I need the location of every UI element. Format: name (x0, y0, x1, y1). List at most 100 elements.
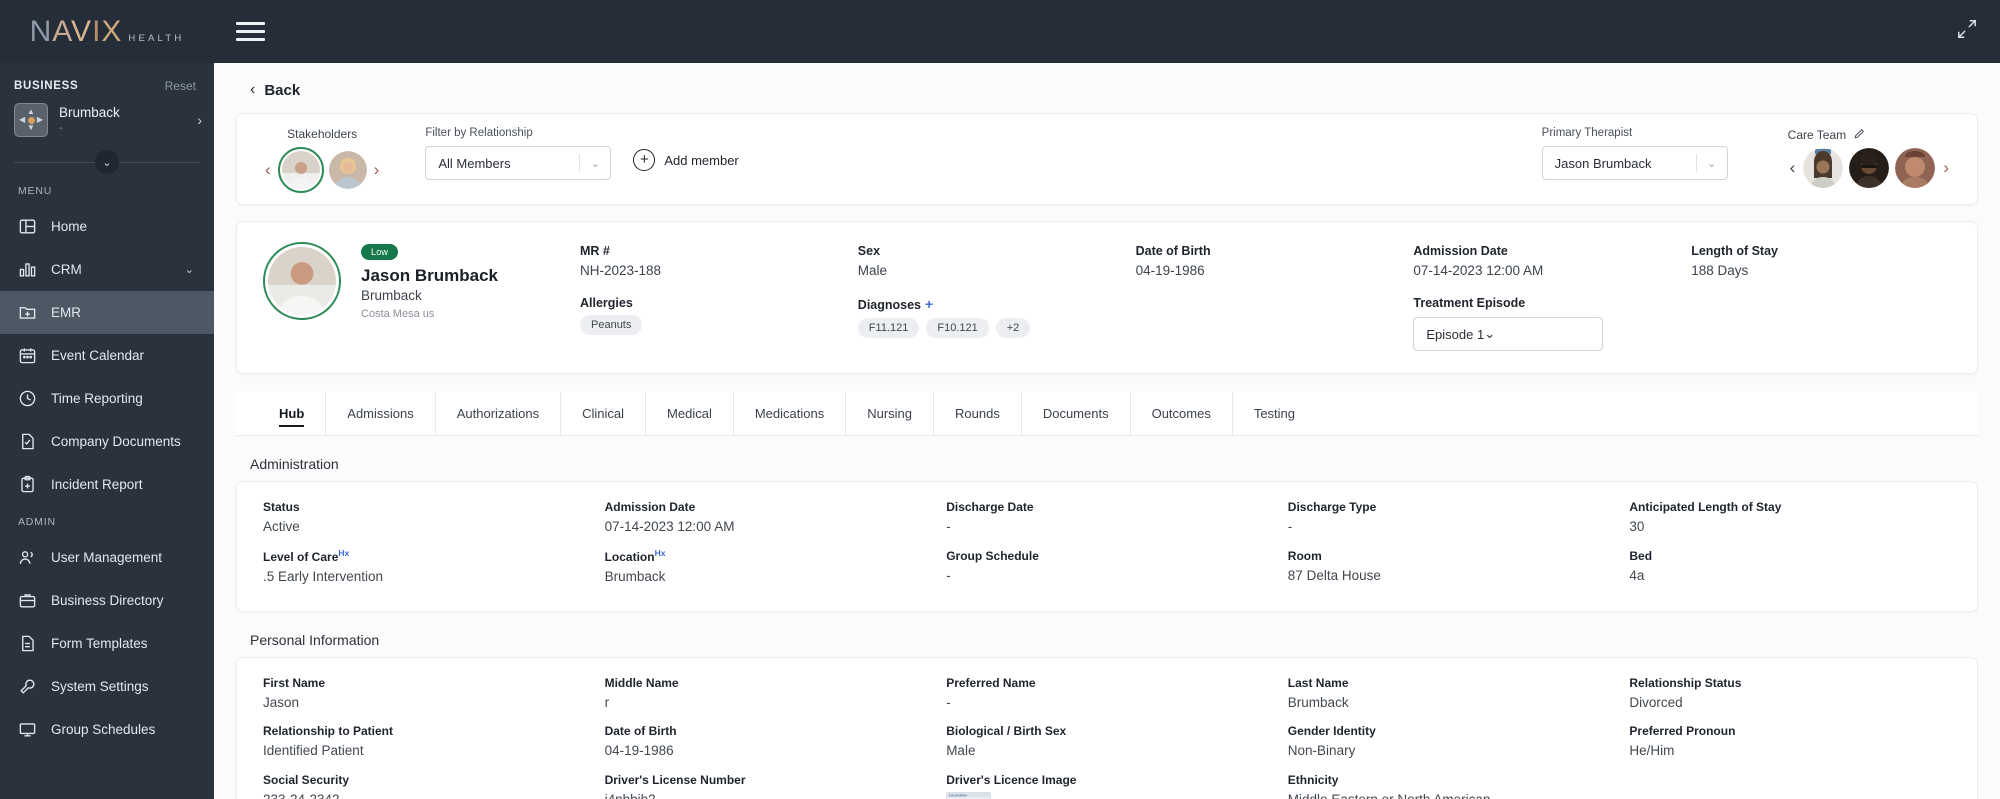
filter-by-relationship-select[interactable]: All Members ⌄ (425, 146, 612, 180)
stakeholders-group: Stakeholders ‹ › (263, 127, 381, 193)
administration-card: Status Active Level of CareHx .5 Early I… (236, 481, 1978, 612)
field-label: Preferred Pronoun (1629, 724, 1736, 739)
tab-documents[interactable]: Documents (1022, 391, 1131, 436)
stakeholder-avatar[interactable] (328, 151, 367, 189)
tab-testing[interactable]: Testing (1233, 392, 1316, 436)
diagnoses-text: Diagnoses (857, 297, 922, 312)
sidebar-item-label: CRM (51, 262, 82, 277)
admission-date-label: Admission Date (1413, 244, 1508, 258)
field-label: Ethnicity (1287, 772, 1339, 787)
back-label: Back (264, 81, 301, 99)
sidebar-item-company-documents[interactable]: Company Documents (0, 420, 214, 463)
filter-by-relationship-group: Filter by Relationship All Members ⌄ (425, 127, 612, 180)
primary-therapist-label: Primary Therapist (1541, 127, 1633, 139)
tab-outcomes[interactable]: Outcomes (1131, 391, 1233, 436)
field-label: Driver's License Number (604, 772, 746, 787)
field-label: Bed (1629, 549, 1653, 564)
treatment-episode-select[interactable]: Episode 1 ⌄ (1413, 317, 1604, 352)
tab-rounds[interactable]: Rounds (934, 391, 1022, 436)
sidebar-item-group-schedules[interactable]: Group Schedules (0, 708, 214, 751)
brand-logo[interactable]: NAVIX HEALTH (0, 0, 214, 63)
pencil-icon[interactable] (1853, 127, 1866, 143)
logo-suffix: HEALTH (128, 32, 185, 44)
sidebar-item-crm[interactable]: CRM ⌄ (0, 248, 214, 291)
drivers-license-thumbnail[interactable]: CALIFORNIA (946, 791, 1268, 799)
field-value: - (946, 519, 951, 535)
expand-arrows-icon[interactable] (1956, 18, 1978, 45)
chevron-down-icon[interactable]: ⌄ (185, 263, 194, 276)
tab-admissions[interactable]: Admissions (326, 391, 436, 436)
hamburger-icon[interactable] (236, 22, 265, 41)
diagnosis-overflow-chip[interactable]: +2 (995, 317, 1031, 338)
field-value: Non-Binary (1287, 743, 1356, 759)
sidebar-item-label: Business Directory (51, 593, 164, 608)
hx-superscript[interactable]: Hx (338, 548, 349, 558)
sidebar-item-form-templates[interactable]: Form Templates (0, 622, 214, 665)
chevron-right-icon[interactable]: › (197, 112, 202, 128)
allergies-chips: Peanuts (580, 315, 840, 336)
sidebar-item-emr[interactable]: EMR (0, 291, 214, 334)
primary-therapist-select[interactable]: Jason Brumback ⌄ (1541, 146, 1728, 180)
field-label-text: Location (604, 550, 655, 565)
add-member-button[interactable]: + Add member (633, 149, 739, 171)
tab-hub[interactable]: Hub (258, 391, 327, 436)
care-team-prev-button[interactable]: ‹ (1788, 158, 1798, 178)
sidebar-item-event-calendar[interactable]: Event Calendar (0, 334, 214, 377)
admin-nav: User Management Business Directory Form … (0, 536, 214, 751)
diagnosis-chip[interactable]: F10.121 (926, 317, 989, 338)
tab-medications[interactable]: Medications (734, 391, 847, 436)
app-root: NAVIX HEALTH BUSINESS Reset ▲ ▼ ◀ ▶ Brumba… (0, 0, 2000, 799)
folder-plus-icon (18, 303, 37, 322)
chevron-down-icon[interactable]: ⌄ (95, 150, 119, 174)
sidebar-item-system-settings[interactable]: System Settings (0, 665, 214, 708)
care-team-avatar[interactable] (1803, 148, 1844, 188)
sidebar-item-label: System Settings (51, 679, 149, 694)
chevron-down-icon: ⌄ (590, 157, 600, 170)
diagnosis-chip[interactable]: F11.121 (857, 317, 920, 338)
business-reset-button[interactable]: Reset (165, 79, 196, 93)
tab-clinical[interactable]: Clinical (561, 391, 647, 436)
business-subtitle: - (59, 121, 63, 134)
patient-avatar[interactable] (263, 242, 341, 320)
sidebar-item-label: Group Schedules (51, 722, 156, 737)
tab-nursing[interactable]: Nursing (846, 391, 935, 436)
field-value: 07-14-2023 12:00 AM (604, 519, 735, 535)
field-value: .5 Early Intervention (263, 569, 384, 585)
field-value: - (946, 694, 951, 710)
care-team-avatar[interactable] (1849, 148, 1890, 188)
business-selector[interactable]: ▲ ▼ ◀ ▶ Brumback - › (0, 101, 214, 143)
field-label: Relationship to Patient (263, 724, 394, 739)
stakeholders-prev-button[interactable]: ‹ (263, 160, 273, 180)
treatment-episode-label: Treatment Episode (1413, 295, 1526, 310)
stakeholder-avatar-selected[interactable] (277, 147, 324, 193)
tab-authorizations[interactable]: Authorizations (436, 391, 562, 436)
tab-medical[interactable]: Medical (646, 391, 734, 436)
back-button[interactable]: ‹ Back (236, 63, 1978, 113)
hx-superscript[interactable]: Hx (655, 548, 666, 558)
mr-label: MR # (580, 244, 610, 258)
patient-name: Jason Brumback (361, 266, 498, 285)
field-label: Last Name (1287, 675, 1349, 690)
care-team-group: Care Team ‹ › (1788, 127, 1951, 188)
care-team-next-button[interactable]: › (1941, 158, 1951, 178)
dob-label: Date of Birth (1135, 244, 1211, 258)
add-member-label: Add member (664, 152, 739, 168)
sidebar-item-home[interactable]: Home (0, 205, 214, 248)
sidebar-item-label: User Management (51, 550, 163, 565)
sidebar-item-time-reporting[interactable]: Time Reporting (0, 377, 214, 420)
field-value: - (1287, 519, 1293, 535)
field-label: Admission Date (604, 500, 696, 515)
care-team-avatar[interactable] (1895, 148, 1936, 188)
sidebar-item-business-directory[interactable]: Business Directory (0, 579, 214, 622)
field-value: 4a (1629, 568, 1645, 584)
stakeholders-next-button[interactable]: › (372, 160, 382, 180)
sidebar-item-user-management[interactable]: User Management (0, 536, 214, 579)
length-of-stay-label: Length of Stay (1691, 244, 1778, 258)
chevron-down-icon: ⌄ (1484, 326, 1496, 342)
sidebar-item-incident-report[interactable]: Incident Report (0, 463, 214, 506)
chart-bar-icon (18, 260, 37, 279)
add-diagnosis-icon[interactable]: + (925, 296, 933, 312)
logo-letter-v: V (71, 14, 93, 48)
field-value: Divorced (1629, 694, 1683, 710)
field-value: j4nbbjh2 (605, 789, 927, 799)
